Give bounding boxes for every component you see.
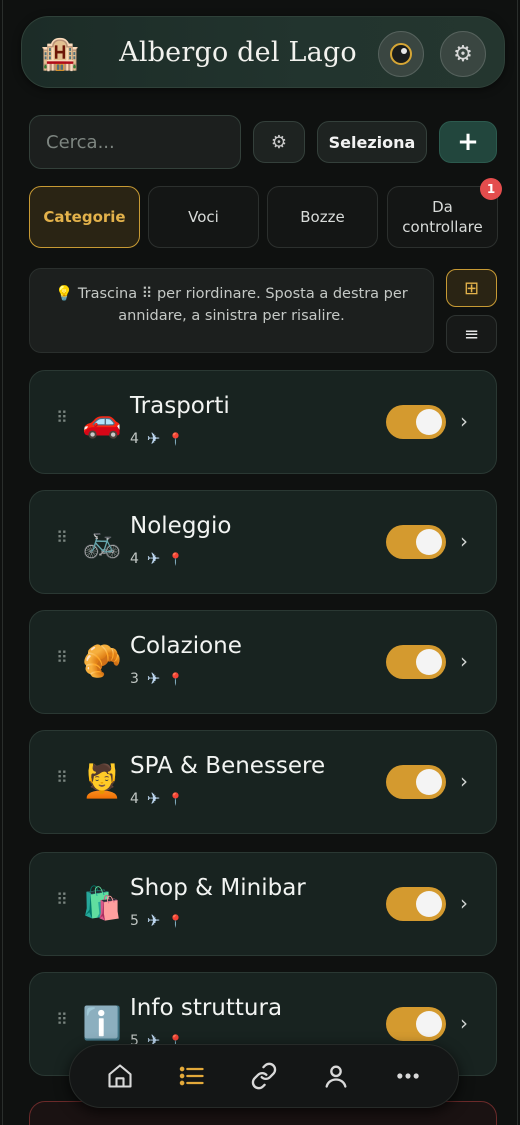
tab-voci[interactable]: Voci [148,186,259,248]
plane-icon: ✈ [146,911,161,930]
toggle-knob [416,1011,442,1037]
chevron-right-icon[interactable]: › [460,409,468,433]
item-count: 4 [130,550,139,567]
category-name: Info struttura [130,995,283,1021]
app-frame: 🏨 Albergo del Lago ⚙ ⚙ Seleziona + Categ… [2,0,518,1125]
category-name: Colazione [130,633,242,659]
category-emoji-icon: 🥐 [82,642,122,680]
hint-box: 💡 Trascina ⠿ per riordinare. Sposta a de… [29,268,434,353]
search-input[interactable] [46,131,224,153]
category-emoji-icon: 🚲 [82,522,122,560]
category-name: SPA & Benessere [130,753,326,779]
add-button[interactable]: + [439,121,497,163]
tab-categorie[interactable]: Categorie [29,186,140,248]
hotel-logo-icon: 🏨 [40,34,80,72]
filter-settings-button[interactable]: ⚙ [253,121,305,163]
category-meta: 4 ✈ 📍 [130,549,183,568]
category-enabled-toggle[interactable] [386,887,446,921]
list-icon [179,1066,204,1086]
user-icon [325,1065,347,1088]
category-meta: 4 ✈ 📍 [130,429,183,448]
nav-profile[interactable] [312,1052,360,1100]
chevron-right-icon[interactable]: › [460,529,468,553]
link-icon [251,1062,277,1090]
category-card[interactable]: ⠿ 🚲 Noleggio 4 ✈ 📍 › [29,490,497,594]
item-count: 4 [130,430,139,447]
toggle-knob [416,891,442,917]
category-enabled-toggle[interactable] [386,405,446,439]
drag-handle-icon[interactable]: ⠿ [56,892,68,908]
gear-icon: ⚙ [270,131,288,153]
category-enabled-toggle[interactable] [386,645,446,679]
theme-toggle-icon [390,43,412,65]
grid-view-button[interactable]: ⊞ [446,269,497,307]
lightbulb-icon: 💡 [55,286,74,302]
category-meta: 5 ✈ 📍 [130,911,183,930]
nav-home[interactable] [96,1052,144,1100]
pin-icon: 📍 [168,431,184,446]
category-card[interactable]: ⠿ 🥐 Colazione 3 ✈ 📍 › [29,610,497,714]
page-title: Albergo del Lago [119,37,357,68]
list-view-button[interactable]: ≡ [446,315,497,353]
search-box [29,115,241,169]
pin-icon: 📍 [168,791,184,806]
drag-handle-icon[interactable]: ⠿ [56,530,68,546]
pin-icon: 📍 [168,551,184,566]
select-button[interactable]: Seleziona [317,121,427,163]
plane-icon: ✈ [146,789,161,808]
category-emoji-icon: 💆 [82,762,122,800]
drag-handle-icon[interactable]: ⠿ [56,410,68,426]
pin-icon: 📍 [168,671,184,686]
category-emoji-icon: 🛍️ [82,884,122,922]
category-meta: 4 ✈ 📍 [130,789,183,808]
category-name: Shop & Minibar [130,875,306,901]
category-name: Noleggio [130,513,232,539]
plane-icon: ✈ [146,669,161,688]
nav-more[interactable] [384,1052,432,1100]
grid-icon: ⊞ [463,277,480,299]
item-count: 4 [130,790,139,807]
tab-bozze[interactable]: Bozze [267,186,378,248]
nav-link[interactable] [240,1052,288,1100]
category-card[interactable]: ⠿ 🛍️ Shop & Minibar 5 ✈ 📍 › [29,852,497,956]
drag-handle-icon[interactable]: ⠿ [56,1012,68,1028]
drag-handle-icon[interactable]: ⠿ [56,650,68,666]
category-card[interactable]: ⠿ 🚗 Trasporti 4 ✈ 📍 › [29,370,497,474]
plane-icon: ✈ [146,429,161,448]
chevron-right-icon[interactable]: › [460,769,468,793]
toggle-knob [416,409,442,435]
tab-label: Da controllare [402,198,483,236]
category-meta: 3 ✈ 📍 [130,669,183,688]
item-count: 5 [130,912,139,929]
more-icon [397,1073,419,1079]
theme-toggle-button[interactable] [378,31,424,77]
gear-icon: ⚙ [453,41,473,67]
bottom-navigation [69,1044,459,1108]
toggle-knob [416,649,442,675]
nav-list[interactable] [168,1052,216,1100]
home-icon [108,1064,132,1088]
category-emoji-icon: 🚗 [82,402,122,440]
drag-handle-icon[interactable]: ⠿ [56,770,68,786]
chevron-right-icon[interactable]: › [460,649,468,673]
chevron-right-icon[interactable]: › [460,1011,468,1035]
chevron-right-icon[interactable]: › [460,891,468,915]
pin-icon: 📍 [168,913,184,928]
toggle-knob [416,769,442,795]
category-name: Trasporti [130,393,230,419]
app-header: 🏨 Albergo del Lago ⚙ [21,16,505,88]
plane-icon: ✈ [146,549,161,568]
notification-badge: 1 [480,178,502,200]
category-enabled-toggle[interactable] [386,525,446,559]
toggle-knob [416,529,442,555]
category-card[interactable]: ⠿ 💆 SPA & Benessere 4 ✈ 📍 › [29,730,497,834]
hint-text: Trascina ⠿ per riordinare. Sposta a dest… [77,286,408,324]
category-enabled-toggle[interactable] [386,765,446,799]
category-emoji-icon: ℹ️ [82,1004,122,1042]
category-enabled-toggle[interactable] [386,1007,446,1041]
item-count: 3 [130,670,139,687]
list-icon: ≡ [463,323,480,345]
settings-button[interactable]: ⚙ [440,31,486,77]
